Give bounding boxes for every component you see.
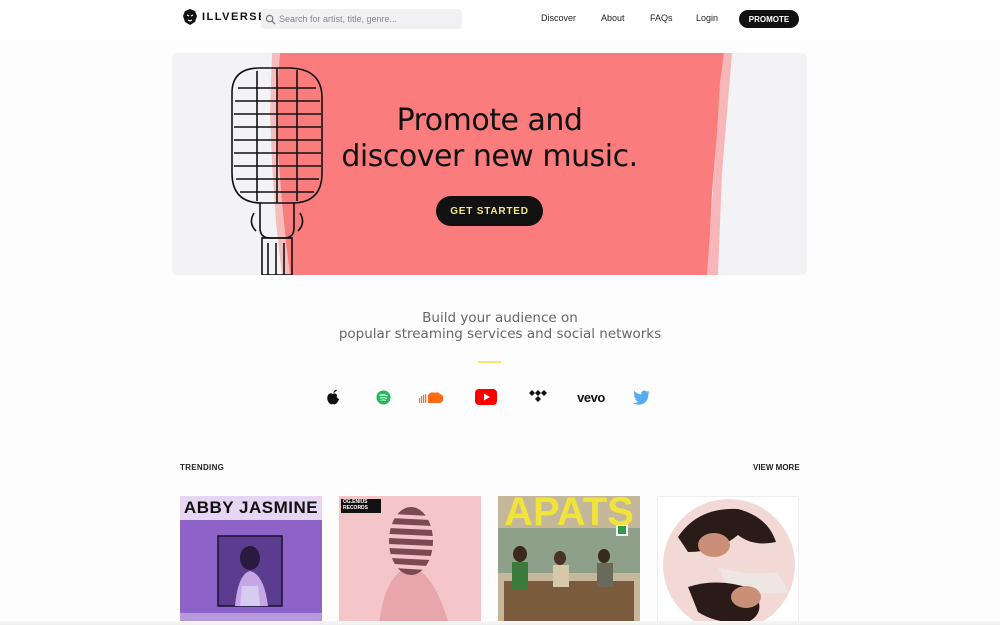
- hero-title-line1: Promote and: [396, 103, 583, 138]
- audience-heading-line2: popular streaming services and social ne…: [338, 326, 662, 342]
- trending-card[interactable]: [657, 496, 799, 625]
- top-header: ILLVERSE Discover About FAQs Login PROMO…: [0, 0, 1000, 40]
- audience-heading-line1: Build your audience on: [422, 310, 578, 326]
- trending-label: TRENDING: [180, 463, 225, 472]
- logo-text: ILLVERSE: [202, 11, 267, 23]
- page-bottom-edge: [0, 621, 1000, 625]
- promote-button[interactable]: PROMOTE: [739, 10, 799, 28]
- card-title: APATS: [504, 496, 634, 534]
- search-input[interactable]: [279, 14, 459, 24]
- vevo-logo[interactable]: vevo: [574, 387, 608, 407]
- trending-card[interactable]: OG.ENIUS RECORDS: [339, 496, 481, 625]
- album-cover: [658, 497, 798, 624]
- hero-banner: Promote and discover new music. GET STAR…: [172, 53, 807, 275]
- view-more-link[interactable]: VIEW MORE: [753, 463, 800, 472]
- nav-faqs[interactable]: FAQs: [650, 13, 673, 23]
- search-bar[interactable]: [261, 9, 462, 29]
- nav-login[interactable]: Login: [696, 13, 718, 23]
- search-icon: [265, 14, 276, 25]
- hero-title-line2: discover new music.: [341, 139, 638, 174]
- vevo-text: vevo: [577, 389, 605, 405]
- apple-icon[interactable]: [325, 387, 341, 407]
- nav-about[interactable]: About: [601, 13, 625, 23]
- twitter-icon[interactable]: [633, 387, 651, 407]
- hero-title: Promote and discover new music.: [172, 103, 807, 175]
- logo[interactable]: ILLVERSE: [182, 8, 267, 26]
- nav-discover[interactable]: Discover: [541, 13, 576, 23]
- card-title: OG.ENIUS RECORDS: [343, 499, 369, 511]
- lion-logo-icon: [183, 9, 197, 25]
- spotify-icon[interactable]: [375, 387, 391, 407]
- album-cover: [339, 496, 481, 625]
- card-title: ABBY JASMINE: [183, 498, 319, 517]
- get-started-button[interactable]: GET STARTED: [436, 196, 543, 226]
- soundcloud-icon[interactable]: [418, 387, 444, 407]
- trending-card[interactable]: APATS: [498, 496, 640, 625]
- youtube-icon[interactable]: [475, 387, 497, 407]
- yellow-divider: [478, 361, 501, 363]
- trending-card[interactable]: ABBY JASMINE: [180, 496, 322, 625]
- tidal-icon[interactable]: [527, 387, 549, 407]
